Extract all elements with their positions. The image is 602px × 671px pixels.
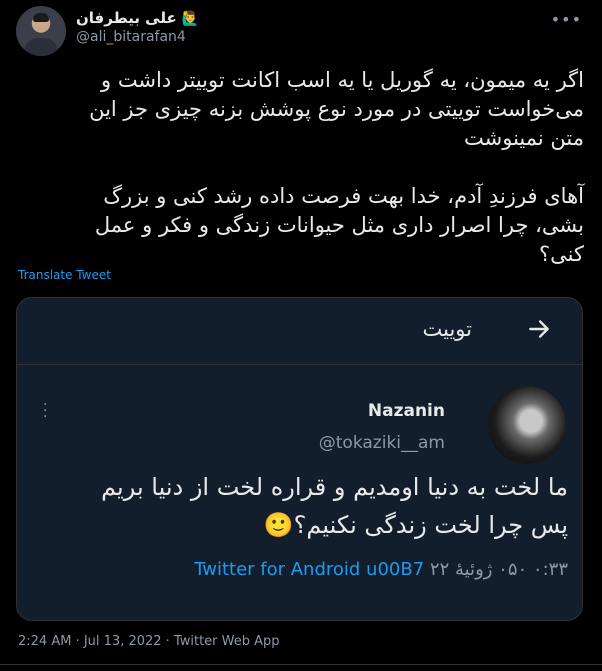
quoted-source-link[interactable]: Twitter for Android u00B7 [194,559,424,580]
tweet-timestamp[interactable]: 2:24 AM · Jul 13, 2022 · Twitter Web App [18,634,280,649]
author-block: علی بیطرفان 🙋‍♂️ @ali_bitarafan4 [76,8,496,45]
quoted-author-handle[interactable]: @tokaziki__am [319,433,445,453]
avatar-suit [24,38,58,56]
quoted-card-header: توییت [17,298,582,365]
author-name[interactable]: علی بیطرفان [76,9,177,27]
quoted-tweet-text: ما لخت به دنیا اومدیم و قراره لخت از دنی… [101,473,568,539]
quoted-avatar[interactable] [488,386,566,464]
more-options-icon[interactable]: ••• [551,10,582,29]
author-badge-icon: 🙋‍♂️ [181,11,200,27]
quoted-author-name[interactable]: Nazanin [368,401,445,421]
translate-tweet-link[interactable]: Translate Tweet [18,268,111,282]
quoted-tweet-meta: ۰:۳۳ ۰۵۰ ژوئیهٔ ۲۲ Twitter for Android u… [194,559,568,580]
avatar-hair [33,13,49,22]
arrow-right-icon[interactable] [526,316,552,342]
quoted-tweet-card[interactable]: توییت · · · Nazanin @tokaziki__am ما لخت ب… [16,297,583,621]
divider [0,664,602,665]
quoted-card-title: توییت [422,317,473,341]
author-handle[interactable]: @ali_bitarafan4 [76,29,496,45]
quoted-more-icon[interactable]: · · · [43,398,47,424]
quoted-time: ۰:۳۳ ۰۵۰ ژوئیهٔ ۲۲ [429,559,568,580]
tweet-text: اگر یه میمون، یه گوریل یا یه اسب اکانت ت… [89,68,584,266]
author-avatar[interactable] [16,6,66,56]
